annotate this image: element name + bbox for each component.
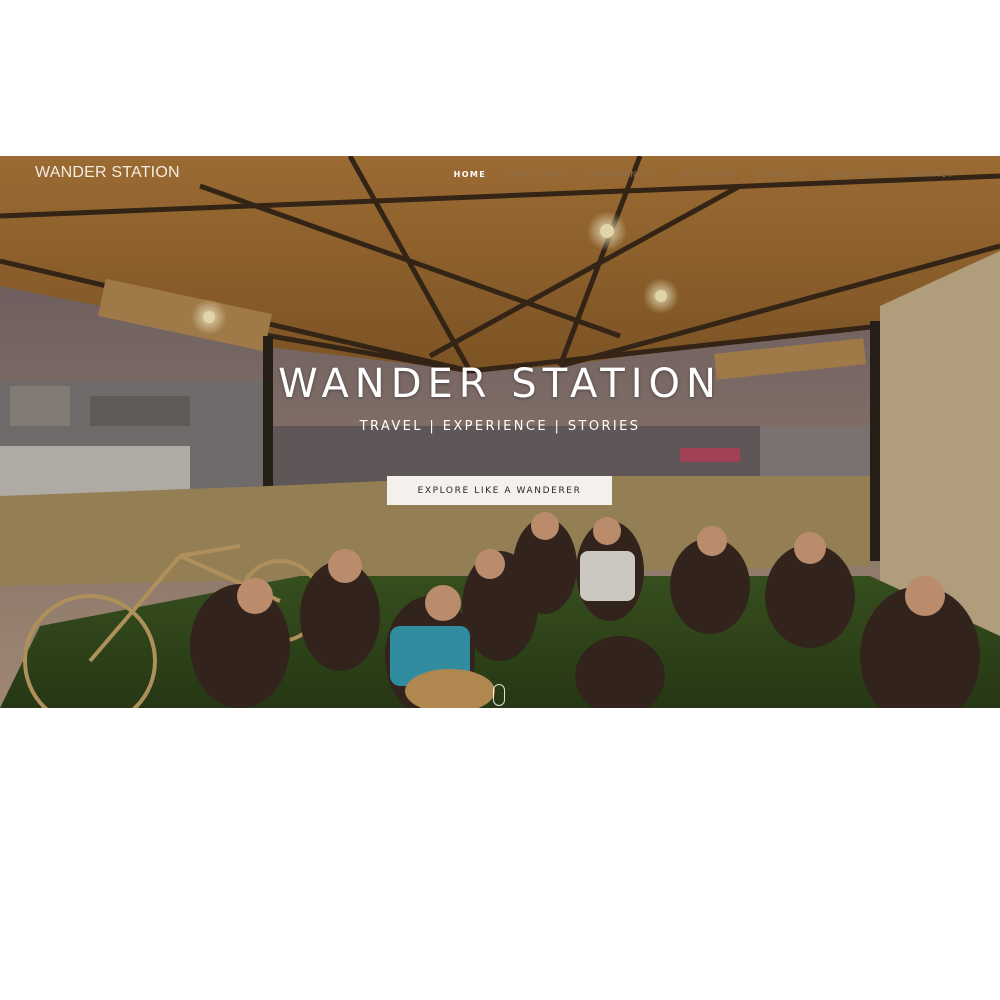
main-nav: HOME OUR STORY EXPERIENCES ACTIVITIES SE… bbox=[454, 170, 954, 179]
nav-item-home[interactable]: HOME bbox=[454, 170, 487, 179]
brand-logo[interactable]: WANDER STATION bbox=[35, 164, 180, 182]
nav-item-contact[interactable]: CONTACT bbox=[906, 170, 954, 179]
hero-section: WANDER STATION HOME OUR STORY EXPERIENCE… bbox=[0, 156, 1000, 708]
nav-item-our-story[interactable]: OUR STORY bbox=[507, 170, 566, 179]
nav-item-services[interactable]: SERVICES bbox=[757, 170, 807, 179]
hero-title: WANDER STATION bbox=[278, 361, 722, 407]
scroll-down-icon[interactable] bbox=[493, 684, 505, 706]
hero-tagline: TRAVEL | EXPERIENCE | STORIES bbox=[359, 419, 641, 434]
explore-button[interactable]: EXPLORE LIKE A WANDERER bbox=[387, 476, 612, 505]
nav-item-activities[interactable]: ACTIVITIES bbox=[679, 170, 736, 179]
nav-item-experiences[interactable]: EXPERIENCES bbox=[587, 170, 658, 179]
nav-item-book-now[interactable]: BOOK NOW bbox=[828, 170, 885, 179]
